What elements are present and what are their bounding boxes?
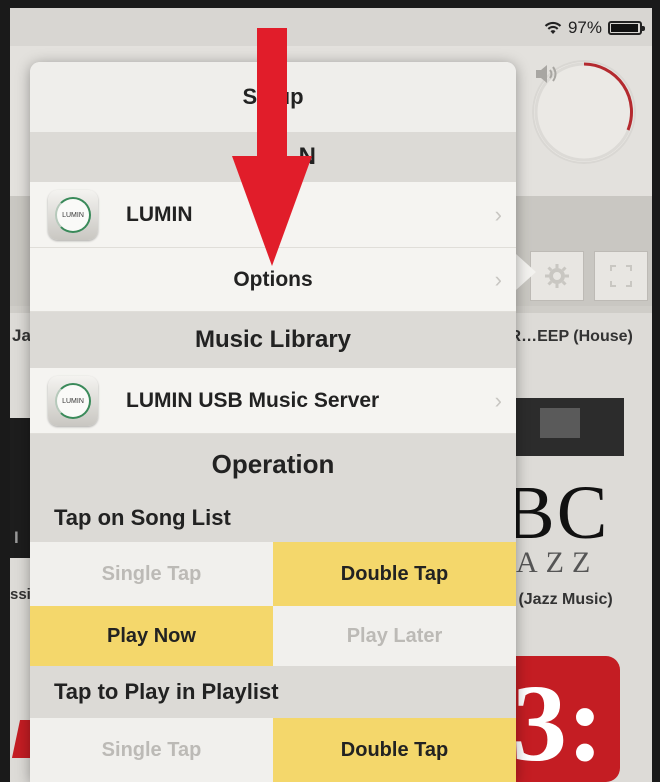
row-usb-music-server-label: LUMIN USB Music Server [126,388,380,412]
play-now-option[interactable]: Play Now [30,606,273,666]
playlist-single-tap-option[interactable]: Single Tap [30,718,273,782]
play-later-option[interactable]: Play Later [273,606,516,666]
speaker-icon [536,65,557,83]
lumin-app-icon: LUMIN [48,190,98,240]
bg-album-label-left-2: ssi [10,586,31,603]
status-bar: 97% [10,8,652,46]
subheader-tap-song-list: Tap on Song List [30,494,516,542]
popover-pointer [516,254,536,290]
bg-album-red-text: 3: [512,662,604,782]
row-lumin-label: LUMIN [126,202,193,226]
section-header-music-library: Music Library [30,312,516,368]
bg-album-label-right: AR…EEP (House) [498,328,633,345]
song-list-tap-options: Single Tap Double Tap [30,542,516,606]
playlist-tap-options: Single Tap Double Tap [30,718,516,782]
lumin-server-icon-label: LUMIN [55,383,91,419]
battery-fill [611,24,639,32]
chevron-right-icon: › [494,201,502,227]
bg-album-label-left: Ja [12,326,31,345]
fullscreen-icon [610,265,632,287]
battery-percent: 97% [567,18,602,37]
bg-album-abc-text: BC [504,471,610,555]
bg-album-cover-jazz-detail [540,408,580,438]
song-list-single-tap-option[interactable]: Single Tap [30,542,273,606]
settings-button[interactable] [530,251,584,301]
section-header-operation: Operation [30,434,516,494]
chevron-right-icon: › [494,266,502,292]
chevron-right-icon: › [494,387,502,413]
battery-icon [608,21,645,35]
gear-icon [545,264,569,288]
row-usb-music-server[interactable]: LUMIN LUMIN USB Music Server › [30,368,516,434]
fullscreen-button[interactable] [594,251,648,301]
lumin-server-icon: LUMIN [48,376,98,426]
status-indicators: 97% [544,18,645,38]
volume-knob[interactable] [532,60,636,164]
wifi-icon [544,21,562,34]
red-arrow-annotation-icon [232,28,312,266]
device-screen: 97% Ja AR…EEP (House) I BC AZZ ssi zz (J… [10,8,652,782]
subheader-tap-playlist: Tap to Play in Playlist [30,666,516,718]
song-list-double-tap-option[interactable]: Double Tap [273,542,516,606]
bg-album-cover-left-text: I [14,528,19,547]
bg-album-azz-text: AZZ [516,546,599,579]
song-list-play-options: Play Now Play Later [30,606,516,666]
lumin-icon-label: LUMIN [55,197,91,233]
playlist-double-tap-option[interactable]: Double Tap [273,718,516,782]
